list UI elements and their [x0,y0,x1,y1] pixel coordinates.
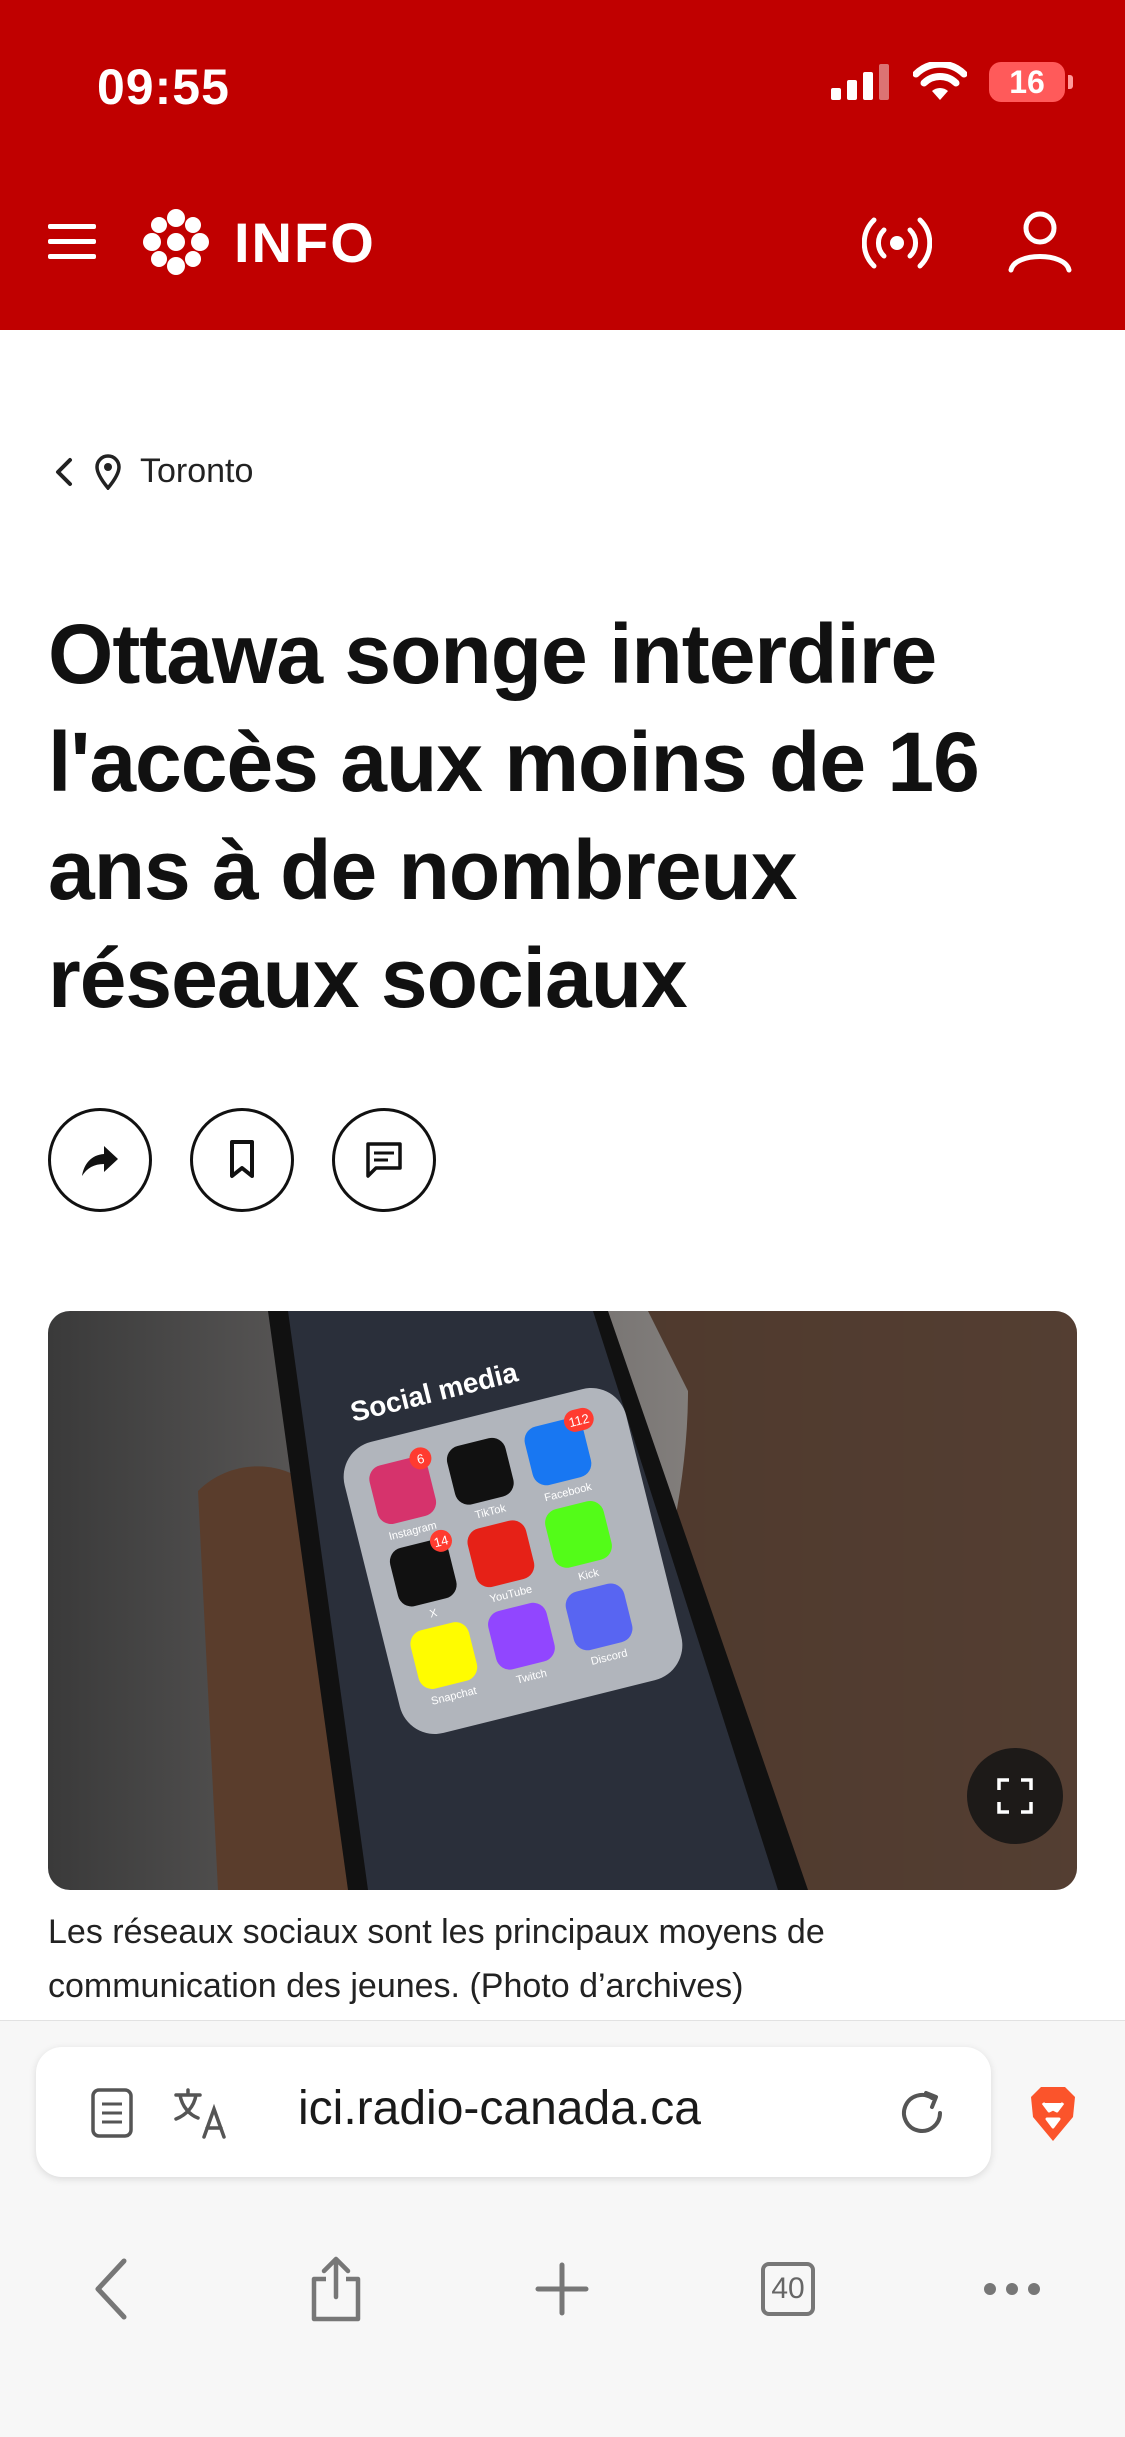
battery-indicator: 16 [989,62,1073,102]
comment-button[interactable] [332,1108,436,1212]
bookmark-icon [230,1140,254,1178]
tabs-count: 40 [761,2262,815,2316]
tabs-button[interactable]: 40 [748,2249,828,2329]
share-button[interactable] [48,1108,152,1212]
translate-icon[interactable] [172,2087,230,2139]
wifi-icon [913,62,967,100]
breadcrumb-location[interactable]: Toronto [140,452,253,491]
more-dots-icon [984,2283,1040,2295]
expand-button[interactable] [967,1748,1063,1844]
signal-icon [831,64,889,100]
comment-icon [366,1142,402,1178]
app-header: 09:55 16 INFO [0,0,1125,330]
back-button[interactable] [72,2249,152,2329]
logo[interactable]: INFO [140,206,376,278]
chevron-left-icon [95,2258,127,2320]
plus-icon [535,2262,589,2316]
share-arrow-icon [82,1146,118,1176]
new-tab-button[interactable] [522,2249,602,2329]
share-icon [311,2256,361,2322]
logo-text: INFO [234,210,376,274]
photo-caption: Les réseaux sociaux sont les principaux … [48,1913,825,2005]
user-icon[interactable] [1005,206,1075,276]
reader-mode-icon[interactable] [90,2087,134,2139]
status-time: 09:55 [97,59,230,115]
chevron-left-icon[interactable] [52,454,76,490]
url-bar[interactable]: ici.radio-canada.ca [36,2047,991,2177]
phone-photo-illustration: Social media Instagram TikTok Facebook X… [198,1311,1077,1890]
nav-row: INFO [0,200,1125,290]
browser-toolbar: 40 [0,2249,1125,2329]
article-headline: Ottawa songe interdire l'accès aux moins… [48,607,980,1025]
browser-chrome: ici.radio-canada.ca 40 [0,2020,1125,2437]
article-actions [48,1108,436,1212]
reload-icon[interactable] [896,2087,948,2139]
gem-logo-icon [143,209,209,275]
bookmark-button[interactable] [190,1108,294,1212]
menu-icon[interactable] [44,214,100,270]
article-photo[interactable]: Social media Instagram TikTok Facebook X… [48,1311,1077,1890]
expand-icon [997,1778,1033,1814]
share-page-button[interactable] [296,2249,376,2329]
location-pin-icon [95,453,121,490]
url-text[interactable]: ici.radio-canada.ca [298,2081,701,2136]
radio-broadcast-icon[interactable] [862,208,932,278]
status-icons: 16 [831,62,1073,102]
brave-lion-icon[interactable] [1025,2083,1081,2145]
more-menu-button[interactable] [972,2249,1052,2329]
breadcrumb[interactable]: Toronto [52,452,253,491]
